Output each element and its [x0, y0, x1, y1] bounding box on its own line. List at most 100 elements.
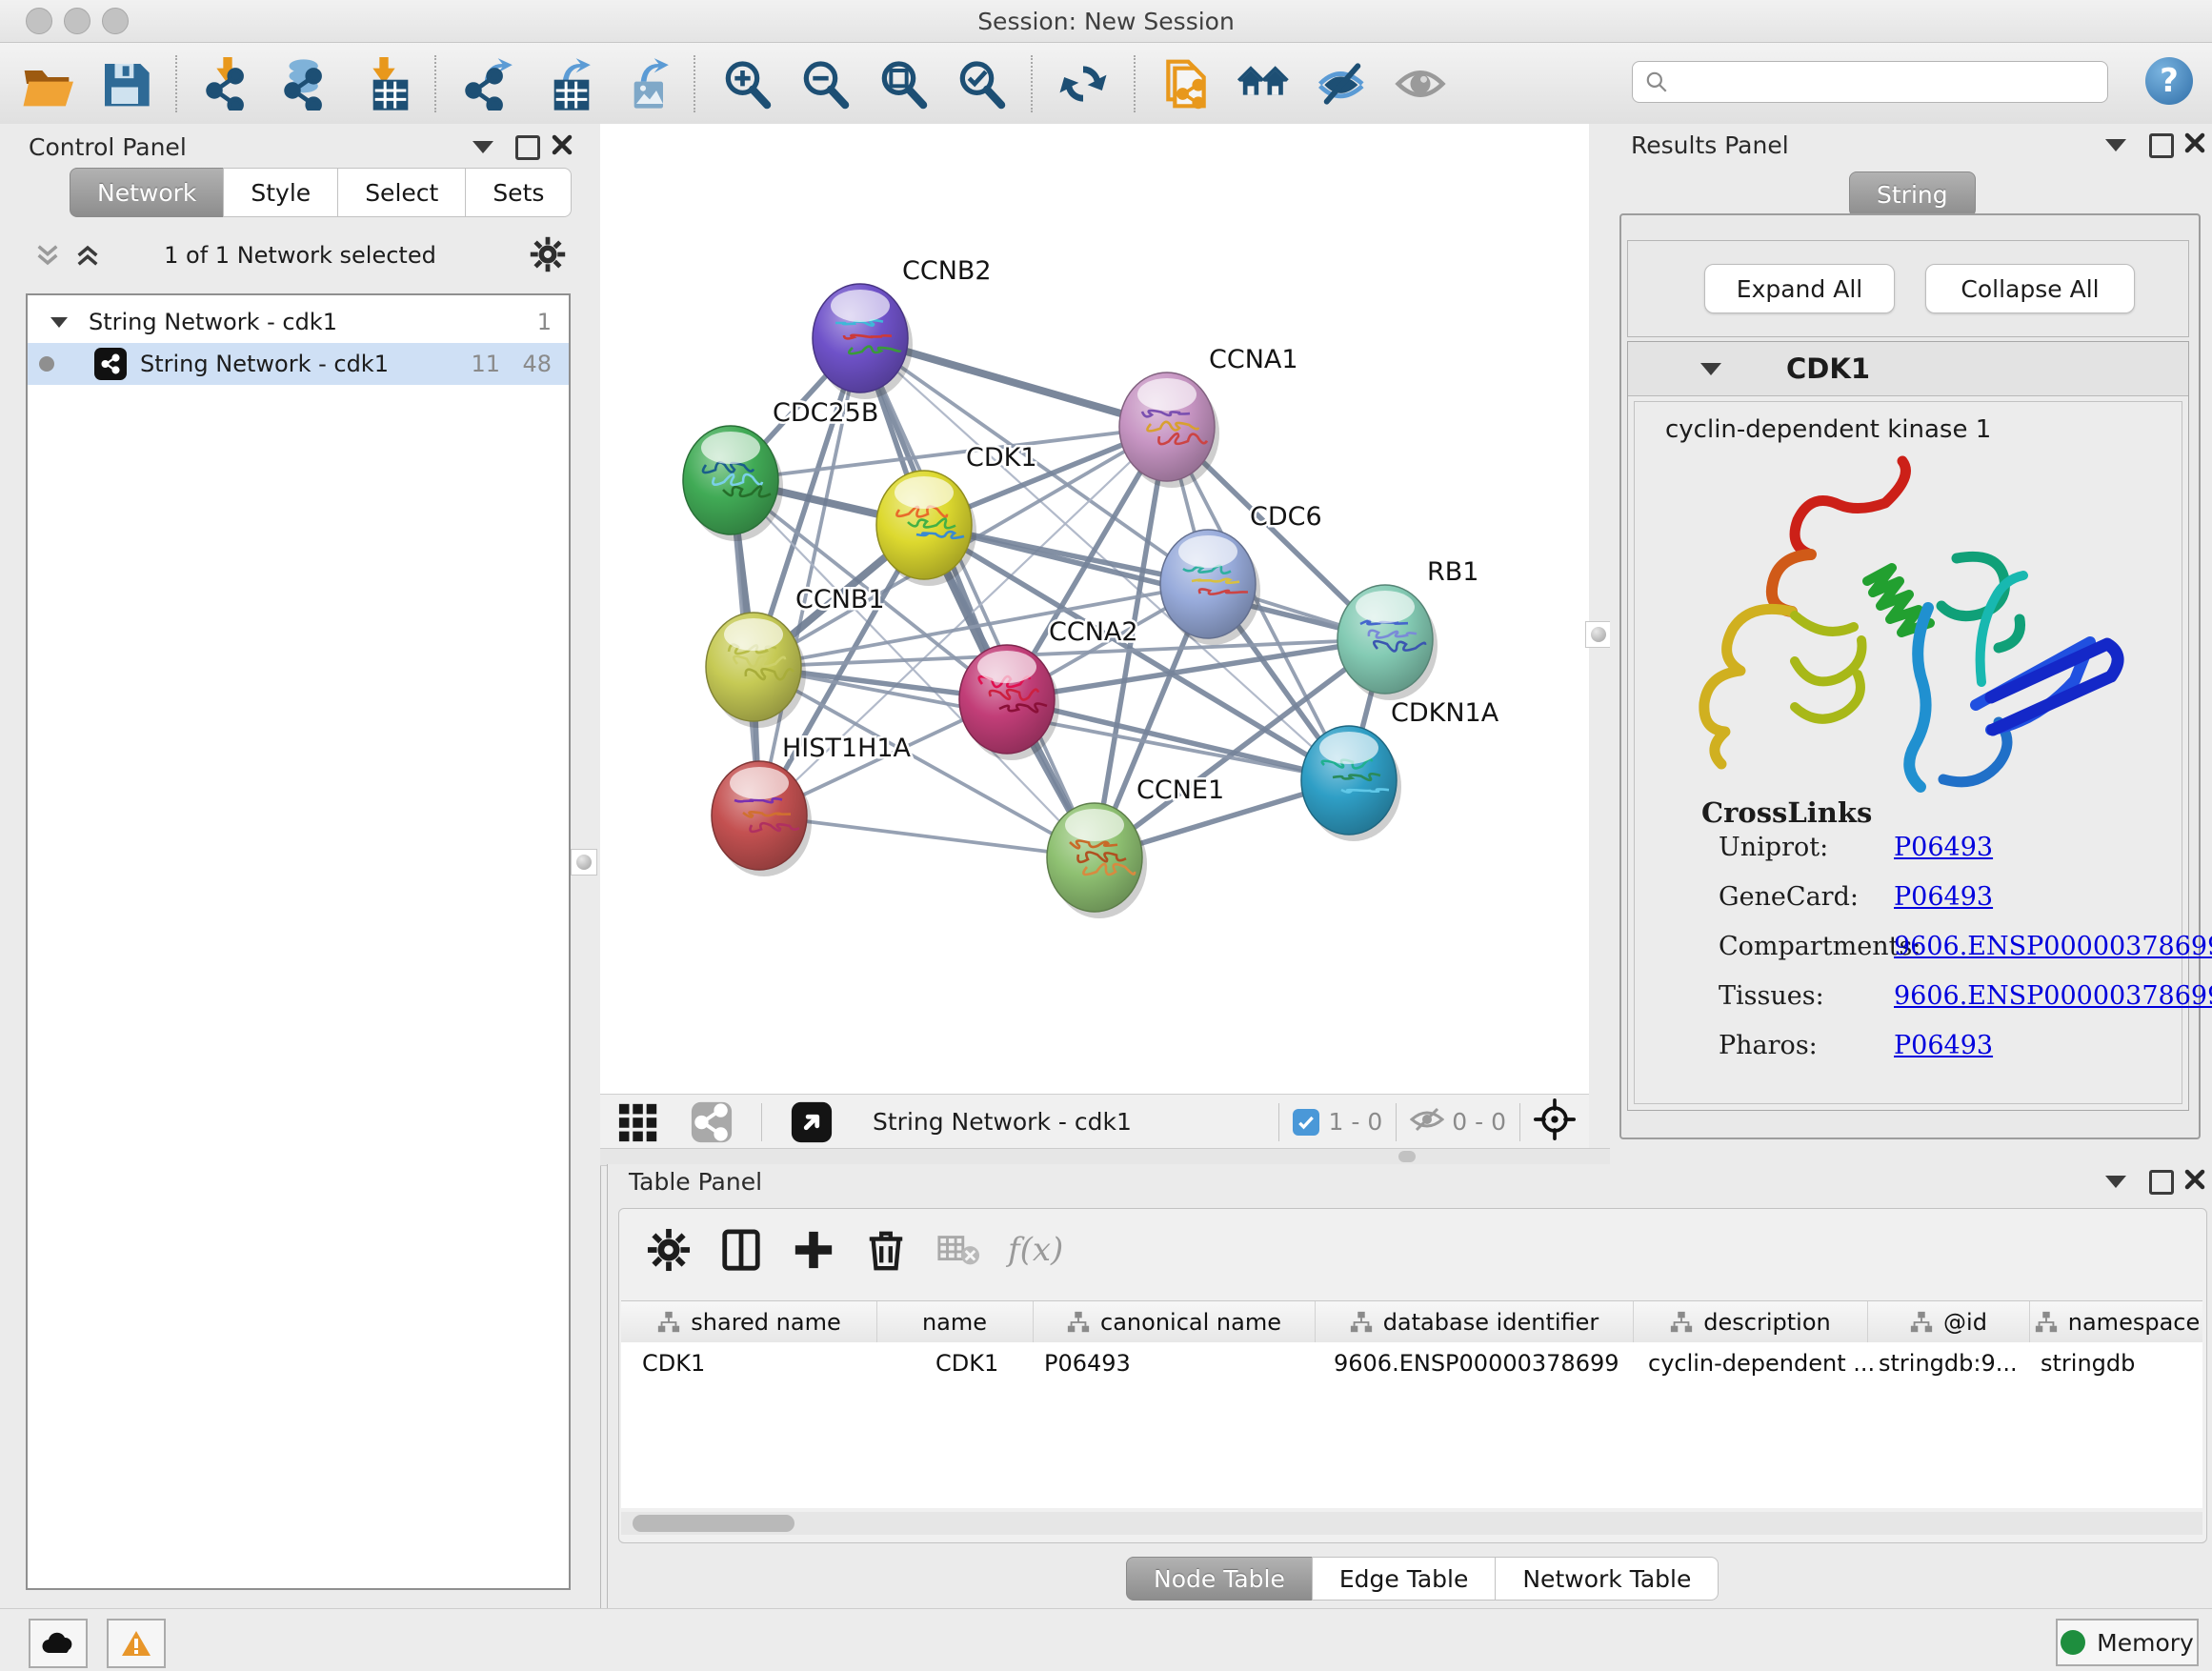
help-icon[interactable]: ? — [2145, 57, 2193, 105]
function-builder-icon[interactable]: f(x) — [1008, 1231, 1063, 1269]
node-CDC6[interactable]: CDC6 — [1160, 502, 1322, 645]
zoom-in-icon[interactable] — [716, 54, 775, 113]
disclosure-triangle-icon[interactable] — [1700, 363, 1721, 375]
open-session-icon[interactable] — [17, 54, 76, 113]
column-header-database-identifier[interactable]: database identifier — [1315, 1301, 1634, 1343]
import-table-icon[interactable] — [354, 54, 413, 113]
tab-network-table[interactable]: Network Table — [1495, 1557, 1719, 1601]
crosslink-link[interactable]: P06493 — [1894, 833, 1993, 862]
network-share-view-icon[interactable] — [684, 1095, 739, 1150]
table-cell[interactable]: stringdb — [2041, 1350, 2135, 1377]
table-row[interactable]: CDK1 CDK1 P06493 9606.ENSP00000378699 cyclin… — [621, 1342, 2202, 1384]
network-collection-row[interactable]: String Network - cdk1 1 — [28, 301, 569, 343]
cloud-status-icon[interactable] — [29, 1619, 88, 1668]
toolbar-divider — [1031, 55, 1033, 112]
column-header--id[interactable]: @id — [1867, 1301, 2030, 1343]
panel-close-icon[interactable] — [2183, 1168, 2206, 1195]
column-header-canonical-name[interactable]: canonical name — [1033, 1301, 1316, 1343]
tab-node-table[interactable]: Node Table — [1126, 1557, 1313, 1601]
panel-float-icon[interactable] — [2149, 1170, 2174, 1195]
birds-eye-view-icon[interactable] — [784, 1095, 839, 1150]
import-network-database-icon[interactable] — [276, 54, 335, 113]
delete-column-icon[interactable] — [858, 1222, 914, 1278]
table-cell[interactable]: CDK1 — [642, 1350, 705, 1377]
column-header-description[interactable]: description — [1633, 1301, 1868, 1343]
export-image-icon[interactable] — [613, 54, 673, 113]
panel-close-icon[interactable] — [551, 133, 573, 160]
panel-menu-icon[interactable] — [473, 141, 493, 153]
node-CCNA2[interactable]: CCNA2 — [959, 617, 1138, 760]
tab-style[interactable]: Style — [223, 168, 338, 217]
grid-view-icon[interactable] — [612, 1095, 667, 1150]
table-cell[interactable]: CDK1 — [935, 1350, 998, 1377]
tab-network[interactable]: Network — [70, 168, 224, 217]
node-CCNA1[interactable]: CCNA1 — [1119, 345, 1298, 488]
expand-all-button[interactable]: Expand All — [1704, 264, 1895, 313]
first-neighbors-icon[interactable] — [1235, 54, 1294, 113]
share-session-icon[interactable] — [1156, 54, 1216, 113]
node-HIST1H1A[interactable]: HIST1H1A — [712, 734, 912, 876]
show-columns-icon[interactable] — [714, 1222, 769, 1278]
import-network-file-icon[interactable] — [198, 54, 257, 113]
zoom-selected-icon[interactable] — [951, 54, 1010, 113]
node-description: cyclin-dependent kinase 1 — [1665, 415, 1991, 444]
warning-status-icon[interactable] — [107, 1619, 166, 1668]
crosslink-row: Pharos:P06493 — [1635, 1031, 2182, 1073]
hidden-eye-icon[interactable] — [1410, 1105, 1444, 1139]
node-CCNB1[interactable]: CCNB1 — [706, 585, 885, 728]
show-all-icon[interactable] — [1391, 54, 1450, 113]
panel-float-icon[interactable] — [515, 135, 540, 160]
hide-selected-icon[interactable] — [1313, 54, 1372, 113]
left-splitter-handle[interactable] — [571, 849, 597, 876]
export-network-icon[interactable] — [457, 54, 516, 113]
table-horizontal-scrollbar[interactable] — [621, 1512, 2202, 1535]
selected-checkbox-icon[interactable] — [1293, 1109, 1319, 1136]
node-RB1[interactable]: RB1 — [1337, 557, 1478, 700]
panel-menu-icon[interactable] — [2105, 139, 2126, 151]
panel-close-icon[interactable] — [2183, 131, 2206, 158]
crosslink-link[interactable]: 9606.ENSP00000378699 — [1894, 932, 2212, 961]
table-settings-gear-icon[interactable] — [641, 1222, 696, 1278]
panel-menu-icon[interactable] — [2105, 1176, 2126, 1188]
network-row-selected[interactable]: String Network - cdk1 11 48 — [28, 343, 569, 385]
tab-select[interactable]: Select — [337, 168, 466, 217]
node-section-header[interactable]: CDK1 — [1628, 342, 2188, 396]
node-label: CCNA2 — [1049, 617, 1138, 647]
fit-selected-crosshair-icon[interactable] — [1534, 1098, 1576, 1146]
table-cell[interactable]: 9606.ENSP00000378699 — [1334, 1350, 1619, 1377]
crosslink-link[interactable]: 9606.ENSP00000378699 — [1894, 981, 2212, 1011]
save-session-icon[interactable] — [95, 54, 154, 113]
export-table-icon[interactable] — [535, 54, 594, 113]
scrollbar-thumb[interactable] — [633, 1515, 794, 1532]
delete-table-icon[interactable] — [931, 1222, 986, 1278]
column-header-shared-name[interactable]: shared name — [621, 1301, 877, 1343]
column-header-namespace[interactable]: namespace — [2029, 1301, 2202, 1343]
tab-edge-table[interactable]: Edge Table — [1312, 1557, 1497, 1601]
node-CDKN1A[interactable]: CDKN1A — [1301, 698, 1499, 841]
panel-float-icon[interactable] — [2149, 133, 2174, 158]
tab-string[interactable]: String — [1849, 171, 1976, 217]
crosslink-link[interactable]: P06493 — [1894, 1031, 1993, 1060]
column-header-name[interactable]: name — [876, 1301, 1034, 1343]
search-input[interactable] — [1677, 65, 2107, 99]
refresh-layout-icon[interactable] — [1054, 54, 1113, 113]
selected-count: 1 - 0 — [1329, 1108, 1383, 1136]
table-cell[interactable]: cyclin-dependent ... — [1648, 1350, 1875, 1377]
table-cell[interactable]: P06493 — [1044, 1350, 1131, 1377]
right-splitter-handle[interactable] — [1585, 621, 1612, 648]
network-options-gear-icon[interactable] — [530, 236, 566, 276]
memory-button[interactable]: Memory — [2056, 1619, 2199, 1666]
zoom-out-icon[interactable] — [794, 54, 854, 113]
splitter-handle[interactable] — [1398, 1151, 1416, 1162]
collapse-all-button[interactable]: Collapse All — [1925, 264, 2135, 313]
crosslink-link[interactable]: P06493 — [1894, 882, 1993, 912]
tab-sets[interactable]: Sets — [465, 168, 572, 217]
edge-CCNB2-CCNE1[interactable] — [860, 338, 1095, 857]
add-column-icon[interactable] — [786, 1222, 841, 1278]
network-canvas[interactable]: CCNB2CCNA1CDC25BCDK1CDC6RB1CCNB1CCNA2CDK… — [600, 124, 1589, 1094]
table-cell[interactable]: stringdb:9... — [1879, 1350, 2018, 1377]
node-CCNB2[interactable]: CCNB2 — [813, 256, 992, 399]
node-CCNE1[interactable]: CCNE1 — [1047, 775, 1224, 918]
zoom-fit-icon[interactable] — [873, 54, 932, 113]
search-box[interactable] — [1632, 61, 2108, 103]
